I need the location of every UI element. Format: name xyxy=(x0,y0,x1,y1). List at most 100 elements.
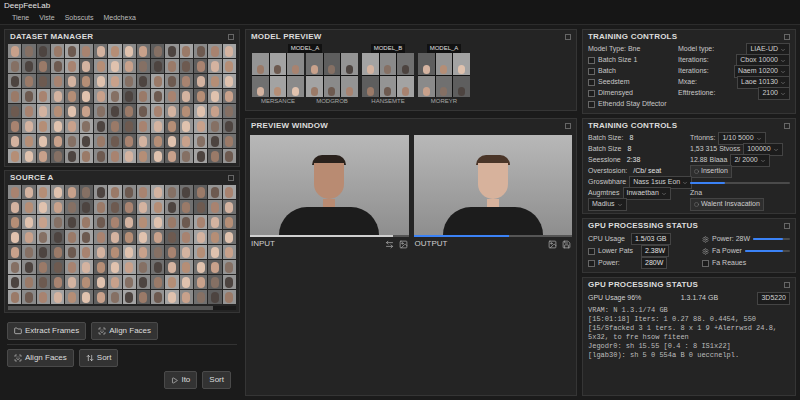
face-thumbnail[interactable] xyxy=(123,119,136,133)
gpu-control[interactable]: Fa Reaues xyxy=(702,257,790,269)
face-thumbnail[interactable] xyxy=(22,74,35,88)
face-thumbnail[interactable] xyxy=(22,245,35,259)
face-thumbnail[interactable] xyxy=(8,215,21,229)
face-thumbnail[interactable] xyxy=(223,149,236,163)
face-thumbnail[interactable] xyxy=(208,104,221,118)
face-thumbnail[interactable] xyxy=(453,76,470,98)
toggle-button[interactable]: Walent Insvacation xyxy=(690,198,764,211)
face-thumbnail[interactable] xyxy=(223,200,236,214)
face-thumbnail[interactable] xyxy=(123,134,136,148)
face-thumbnail[interactable] xyxy=(94,185,107,199)
face-thumbnail[interactable] xyxy=(208,230,221,244)
face-thumbnail[interactable] xyxy=(80,290,93,304)
face-thumbnail[interactable] xyxy=(223,260,236,274)
panel-menu-icon[interactable] xyxy=(565,34,571,40)
face-thumbnail[interactable] xyxy=(22,104,35,118)
face-thumbnail[interactable] xyxy=(65,200,78,214)
dropdown[interactable]: 2/ 2000 xyxy=(730,154,769,167)
checkbox[interactable] xyxy=(588,90,595,97)
face-thumbnail[interactable] xyxy=(194,44,207,58)
gpu-control[interactable]: Fa Power xyxy=(702,245,790,257)
face-thumbnail[interactable] xyxy=(65,89,78,103)
face-thumbnail[interactable] xyxy=(165,290,178,304)
face-thumbnail[interactable] xyxy=(8,149,21,163)
face-thumbnail[interactable] xyxy=(108,59,121,73)
face-thumbnail[interactable] xyxy=(180,185,193,199)
panel-menu-icon[interactable] xyxy=(784,223,790,229)
face-thumbnail[interactable] xyxy=(165,230,178,244)
face-thumbnail[interactable] xyxy=(37,74,50,88)
face-thumbnail[interactable] xyxy=(165,119,178,133)
face-thumbnail[interactable] xyxy=(223,245,236,259)
face-thumbnail[interactable] xyxy=(151,230,164,244)
face-thumbnail[interactable] xyxy=(123,290,136,304)
face-thumbnail[interactable] xyxy=(151,119,164,133)
face-thumbnail[interactable] xyxy=(65,149,78,163)
face-thumbnail[interactable] xyxy=(123,149,136,163)
face-thumbnail[interactable] xyxy=(137,44,150,58)
face-thumbnail[interactable] xyxy=(341,53,358,75)
face-thumbnail[interactable] xyxy=(223,44,236,58)
face-thumbnail[interactable] xyxy=(180,200,193,214)
face-thumbnail[interactable] xyxy=(194,200,207,214)
face-thumbnail[interactable] xyxy=(37,119,50,133)
checkbox[interactable] xyxy=(588,79,595,86)
dropdown[interactable]: 2100 xyxy=(758,87,790,100)
action-button[interactable]: Align Faces xyxy=(91,322,158,340)
face-thumbnail[interactable] xyxy=(151,245,164,259)
model-thumbnail[interactable] xyxy=(252,53,304,97)
face-thumbnail[interactable] xyxy=(65,290,78,304)
face-thumbnail[interactable] xyxy=(8,185,21,199)
face-thumbnail[interactable] xyxy=(223,89,236,103)
slider[interactable] xyxy=(753,238,790,240)
face-thumbnail[interactable] xyxy=(137,149,150,163)
face-thumbnail[interactable] xyxy=(223,290,236,304)
face-thumbnail[interactable] xyxy=(180,290,193,304)
face-thumbnail[interactable] xyxy=(180,275,193,289)
face-thumbnail[interactable] xyxy=(194,59,207,73)
face-thumbnail[interactable] xyxy=(51,260,64,274)
panel-menu-icon[interactable] xyxy=(784,34,790,40)
face-thumbnail[interactable] xyxy=(270,53,287,75)
checkbox[interactable] xyxy=(588,101,595,108)
face-thumbnail[interactable] xyxy=(324,53,341,75)
face-thumbnail[interactable] xyxy=(65,260,78,274)
face-thumbnail[interactable] xyxy=(94,290,107,304)
face-thumbnail[interactable] xyxy=(397,76,414,98)
face-thumbnail[interactable] xyxy=(94,245,107,259)
face-thumbnail[interactable] xyxy=(380,53,397,75)
face-thumbnail[interactable] xyxy=(180,119,193,133)
face-thumbnail[interactable] xyxy=(51,200,64,214)
face-thumbnail[interactable] xyxy=(287,76,304,98)
face-thumbnail[interactable] xyxy=(194,215,207,229)
face-thumbnail[interactable] xyxy=(324,76,341,98)
face-thumbnail[interactable] xyxy=(51,134,64,148)
action-button[interactable]: Ito xyxy=(164,371,197,389)
face-thumbnail[interactable] xyxy=(208,59,221,73)
face-thumbnail[interactable] xyxy=(108,215,121,229)
menu-item[interactable]: Viste xyxy=(39,13,54,24)
face-thumbnail[interactable] xyxy=(108,200,121,214)
panel-menu-icon[interactable] xyxy=(784,282,790,288)
face-thumbnail[interactable] xyxy=(80,245,93,259)
face-thumbnail[interactable] xyxy=(80,119,93,133)
face-thumbnail[interactable] xyxy=(37,44,50,58)
face-thumbnail[interactable] xyxy=(65,44,78,58)
face-thumbnail[interactable] xyxy=(51,74,64,88)
toggle-button[interactable]: Insertion xyxy=(690,165,732,178)
face-thumbnail[interactable] xyxy=(151,185,164,199)
face-thumbnail[interactable] xyxy=(94,59,107,73)
face-thumbnail[interactable] xyxy=(137,245,150,259)
face-thumbnail[interactable] xyxy=(108,74,121,88)
face-thumbnail[interactable] xyxy=(8,134,21,148)
face-thumbnail[interactable] xyxy=(180,260,193,274)
face-thumbnail[interactable] xyxy=(37,185,50,199)
face-thumbnail[interactable] xyxy=(108,149,121,163)
face-thumbnail[interactable] xyxy=(180,215,193,229)
face-thumbnail[interactable] xyxy=(137,215,150,229)
model-thumbnail[interactable] xyxy=(362,53,414,97)
face-thumbnail[interactable] xyxy=(223,119,236,133)
face-thumbnail[interactable] xyxy=(37,59,50,73)
face-thumbnail[interactable] xyxy=(123,260,136,274)
face-thumbnail[interactable] xyxy=(223,185,236,199)
